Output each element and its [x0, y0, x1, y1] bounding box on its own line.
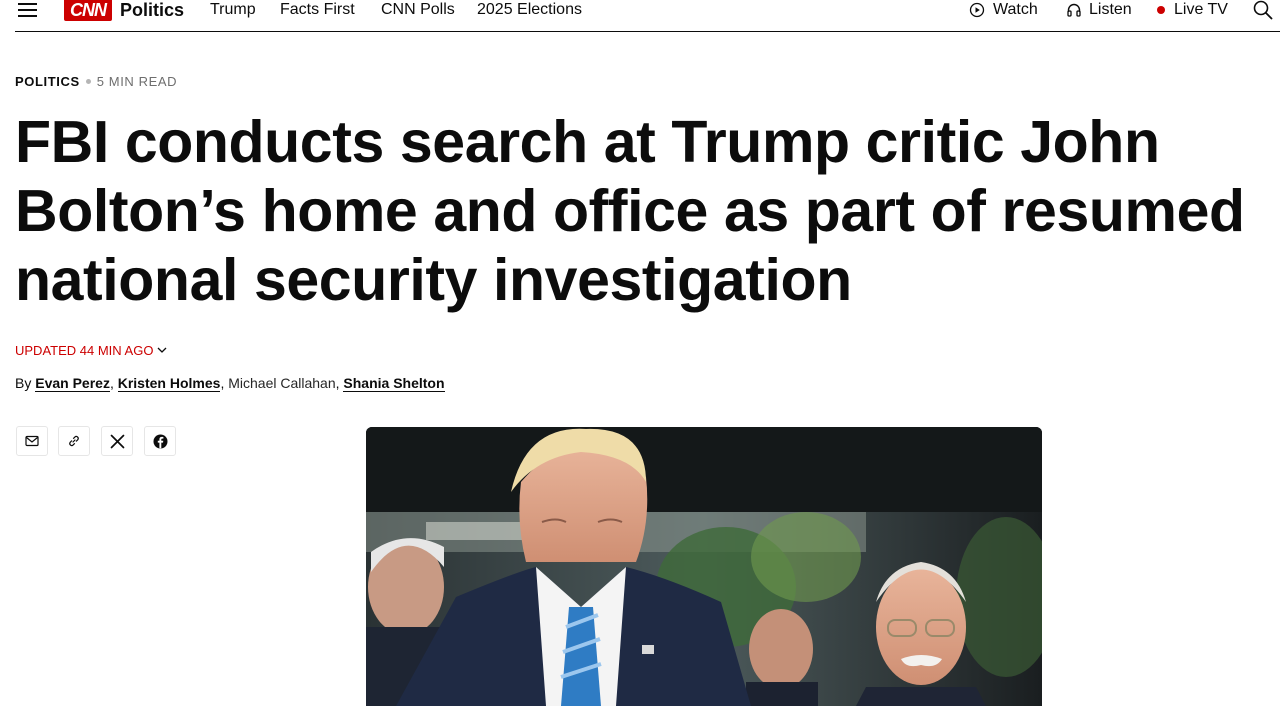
- article-eyebrow: POLITICS 5 MIN READ: [15, 74, 177, 89]
- logo-text: CNN: [70, 0, 107, 20]
- share-x-button[interactable]: [101, 426, 133, 456]
- live-indicator-icon: [1157, 6, 1165, 14]
- chevron-down-icon: [158, 347, 167, 353]
- watch-link[interactable]: Watch: [993, 1, 1038, 19]
- author-link-shania-shelton[interactable]: Shania Shelton: [343, 375, 445, 392]
- listen-link[interactable]: Listen: [1089, 1, 1132, 19]
- share-email-button[interactable]: [16, 426, 48, 456]
- nav-item-cnn-polls[interactable]: CNN Polls: [381, 1, 455, 19]
- cnn-logo[interactable]: CNN: [64, 0, 112, 21]
- author-link-evan-perez[interactable]: Evan Perez: [35, 375, 110, 392]
- header-divider: [15, 31, 1280, 32]
- byline-separator: ,: [109, 375, 118, 391]
- separator-dot: [85, 79, 91, 85]
- play-icon: [969, 2, 985, 18]
- link-icon: [69, 435, 79, 447]
- updated-text: UPDATED 44 MIN AGO: [15, 343, 154, 358]
- updated-timestamp[interactable]: UPDATED 44 MIN AGO: [15, 343, 167, 358]
- search-icon[interactable]: [1253, 0, 1273, 20]
- x-icon: [110, 434, 124, 448]
- author-name-michael-callahan: Michael Callahan: [228, 375, 336, 391]
- byline: By Evan Perez, Kristen Holmes, Michael C…: [15, 375, 445, 392]
- section-title[interactable]: Politics: [120, 0, 184, 20]
- author-link-kristen-holmes[interactable]: Kristen Holmes: [117, 375, 221, 392]
- nav-item-2025-elections[interactable]: 2025 Elections: [477, 1, 582, 19]
- nav-item-facts-first[interactable]: Facts First: [280, 1, 355, 19]
- facebook-icon: [153, 434, 167, 448]
- top-navigation-bar: CNN Politics Trump Facts First CNN Polls…: [0, 0, 1280, 32]
- headphones-icon: [1067, 3, 1081, 17]
- share-facebook-button[interactable]: [144, 426, 176, 456]
- read-time: 5 MIN READ: [96, 74, 178, 89]
- live-tv-link[interactable]: Live TV: [1174, 1, 1228, 19]
- article-headline: FBI conducts search at Trump critic John…: [15, 109, 1245, 313]
- nav-item-trump[interactable]: Trump: [210, 1, 256, 19]
- byline-prefix: By: [15, 375, 36, 391]
- mail-icon: [25, 435, 39, 447]
- category-link[interactable]: POLITICS: [15, 74, 80, 89]
- hero-photo: [366, 427, 1042, 706]
- share-link-button[interactable]: [58, 426, 90, 456]
- hero-image[interactable]: [366, 427, 1042, 706]
- menu-icon[interactable]: [18, 2, 38, 18]
